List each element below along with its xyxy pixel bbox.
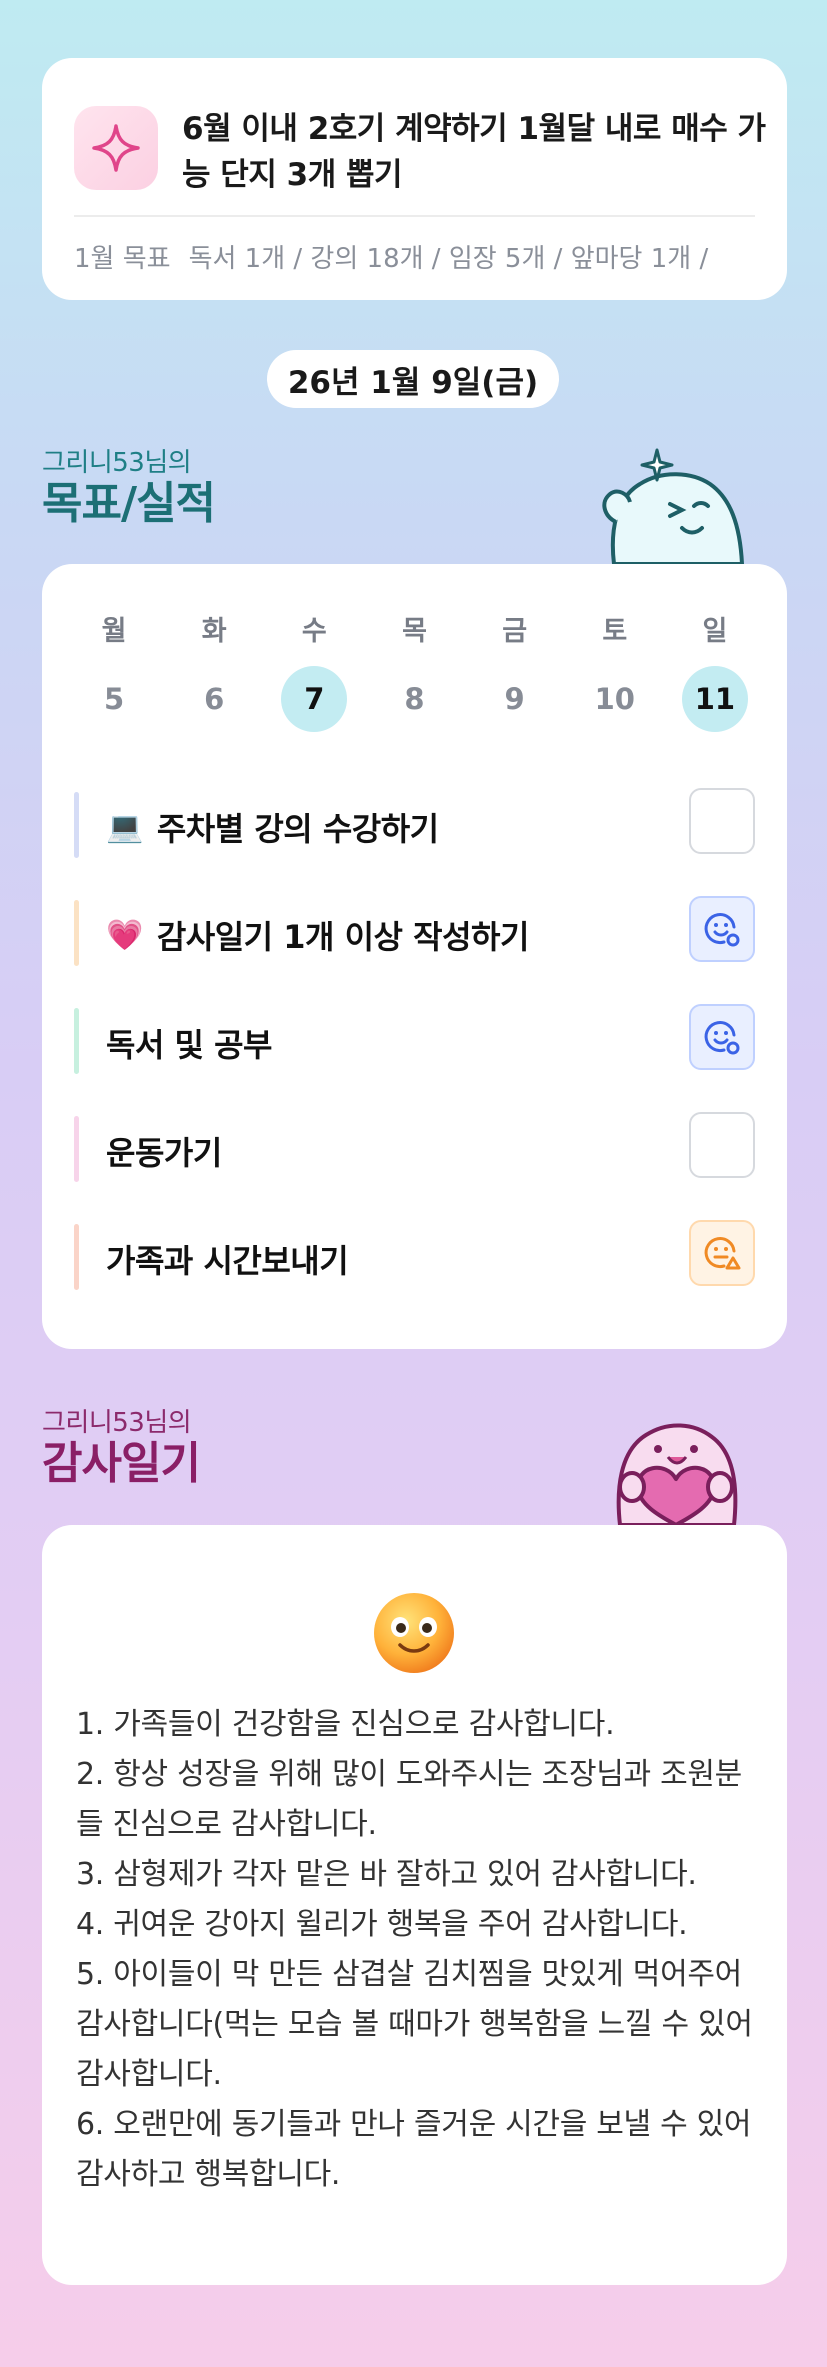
laptop-icon: 💻 [106, 809, 143, 845]
day-name: 수 [301, 616, 327, 647]
goal-subtitle-items: 독서 1개 / 강의 18개 / 임장 5개 / 앞마당 1개 / [188, 244, 709, 274]
monthly-goal-card[interactable]: 6월 이내 2호기 계약하기 1월달 내로 매수 가능 단지 3개 뽑기 1월 … [42, 58, 787, 300]
day-number[interactable]: 6 [181, 666, 247, 732]
day-column[interactable]: 일 11 [665, 612, 765, 732]
task-item[interactable]: 독서 및 공부 [74, 998, 755, 1106]
face-warning-icon [704, 1237, 741, 1270]
task-color-bar [74, 1116, 79, 1182]
day-column[interactable]: 토 10 [565, 612, 665, 732]
smiling-face-icon [372, 1591, 456, 1675]
section-subtitle: 그리니53님의 [42, 448, 192, 478]
task-color-bar [74, 1008, 79, 1074]
section-title: 감사일기 [42, 1438, 201, 1489]
section-title: 목표/실적 [42, 478, 216, 529]
day-number[interactable]: 8 [381, 666, 447, 732]
diary-line: 1. 가족들이 건강함을 진심으로 감사합니다. [76, 1707, 615, 1742]
task-label-wrap: 독서 및 공부 [106, 1020, 272, 1066]
task-item[interactable]: 운동가기 [74, 1106, 755, 1214]
date-selector[interactable]: 26년 1월 9일(금) [267, 350, 559, 408]
task-list: 💻 주차별 강의 수강하기 💗 감사일기 1개 이상 작성하기 독서 및 공부 … [74, 782, 755, 1322]
mascot-ghost-icon [596, 440, 756, 566]
day-name: 화 [201, 616, 227, 647]
section-subtitle: 그리니53님의 [42, 1408, 192, 1438]
task-label-wrap: 💻 주차별 강의 수강하기 [106, 804, 439, 850]
task-label: 독서 및 공부 [106, 1026, 272, 1064]
day-column[interactable]: 목 8 [364, 612, 464, 732]
goals-section-heading: 그리니53님의 목표/실적 [42, 448, 216, 530]
day-name: 토 [602, 616, 628, 647]
day-column[interactable]: 금 9 [465, 612, 565, 732]
day-name: 월 [101, 616, 127, 647]
diary-line: 2. 항상 성장을 위해 많이 도와주시는 조장님과 조원분들 진심으로 감사합… [76, 1757, 742, 1842]
day-name: 일 [702, 616, 728, 647]
day-number-today[interactable]: 11 [681, 666, 748, 732]
day-column[interactable]: 월 5 [64, 612, 164, 732]
day-name: 금 [502, 616, 528, 647]
goal-subtitle-label: 1월 목표 [74, 244, 171, 274]
diary-line: 6. 오랜만에 동기들과 만나 즐거운 시간을 보낼 수 있어 감사하고 행복합… [76, 2107, 752, 2192]
task-checkbox-done[interactable] [689, 1004, 755, 1070]
day-name: 목 [402, 616, 427, 647]
day-number[interactable]: 10 [582, 666, 648, 732]
day-column[interactable]: 수 7 [264, 612, 364, 732]
mascot-heart-icon [596, 1395, 756, 1527]
task-item[interactable]: 가족과 시간보내기 [74, 1214, 755, 1322]
goal-title: 6월 이내 2호기 계약하기 1월달 내로 매수 가능 단지 3개 뽑기 [182, 111, 766, 193]
diary-line: 5. 아이들이 막 만든 삼겹살 김치찜을 맛있게 먹어주어 감사합니다(먹는 … [76, 1957, 753, 2092]
task-label-wrap: 가족과 시간보내기 [106, 1236, 349, 1282]
task-label-wrap: 💗 감사일기 1개 이상 작성하기 [106, 912, 529, 958]
sparkle-icon [74, 106, 158, 190]
heart-icon: 💗 [106, 917, 143, 953]
week-calendar: 월 5 화 6 수 7 목 8 금 9 토 10 일 11 [64, 612, 765, 732]
task-color-bar [74, 1224, 79, 1290]
goals-card: 월 5 화 6 수 7 목 8 금 9 토 10 일 11 💻 주차별 강의 수… [42, 564, 787, 1349]
diary-section-heading: 그리니53님의 감사일기 [42, 1408, 201, 1490]
day-number[interactable]: 5 [81, 666, 147, 732]
task-label: 운동가기 [106, 1134, 222, 1172]
gratitude-diary-card[interactable]: 1. 가족들이 건강함을 진심으로 감사합니다. 2. 항상 성장을 위해 많이… [42, 1525, 787, 2285]
task-checkbox-partial[interactable] [689, 1220, 755, 1286]
task-color-bar [74, 792, 79, 858]
task-label: 가족과 시간보내기 [106, 1242, 349, 1280]
day-number[interactable]: 9 [482, 666, 548, 732]
smile-done-icon [704, 913, 740, 947]
day-column[interactable]: 화 6 [164, 612, 264, 732]
smile-done-icon [704, 1021, 740, 1055]
task-color-bar [74, 900, 79, 966]
task-checkbox[interactable] [689, 1112, 755, 1178]
diary-text: 1. 가족들이 건강함을 진심으로 감사합니다. 2. 항상 성장을 위해 많이… [76, 1700, 756, 2200]
divider [74, 215, 755, 217]
goal-subtitle: 1월 목표 독서 1개 / 강의 18개 / 임장 5개 / 앞마당 1개 / [74, 238, 769, 275]
day-number-selected[interactable]: 7 [281, 666, 348, 732]
task-item[interactable]: 💻 주차별 강의 수강하기 [74, 782, 755, 890]
task-checkbox-done[interactable] [689, 896, 755, 962]
diary-line: 3. 삼형제가 각자 맡은 바 잘하고 있어 감사합니다. [76, 1857, 697, 1892]
task-item[interactable]: 💗 감사일기 1개 이상 작성하기 [74, 890, 755, 998]
diary-line: 4. 귀여운 강아지 윌리가 행복을 주어 감사합니다. [76, 1907, 688, 1942]
task-label: 주차별 강의 수강하기 [156, 810, 439, 848]
task-checkbox[interactable] [689, 788, 755, 854]
task-label: 감사일기 1개 이상 작성하기 [156, 918, 530, 956]
task-label-wrap: 운동가기 [106, 1128, 222, 1174]
